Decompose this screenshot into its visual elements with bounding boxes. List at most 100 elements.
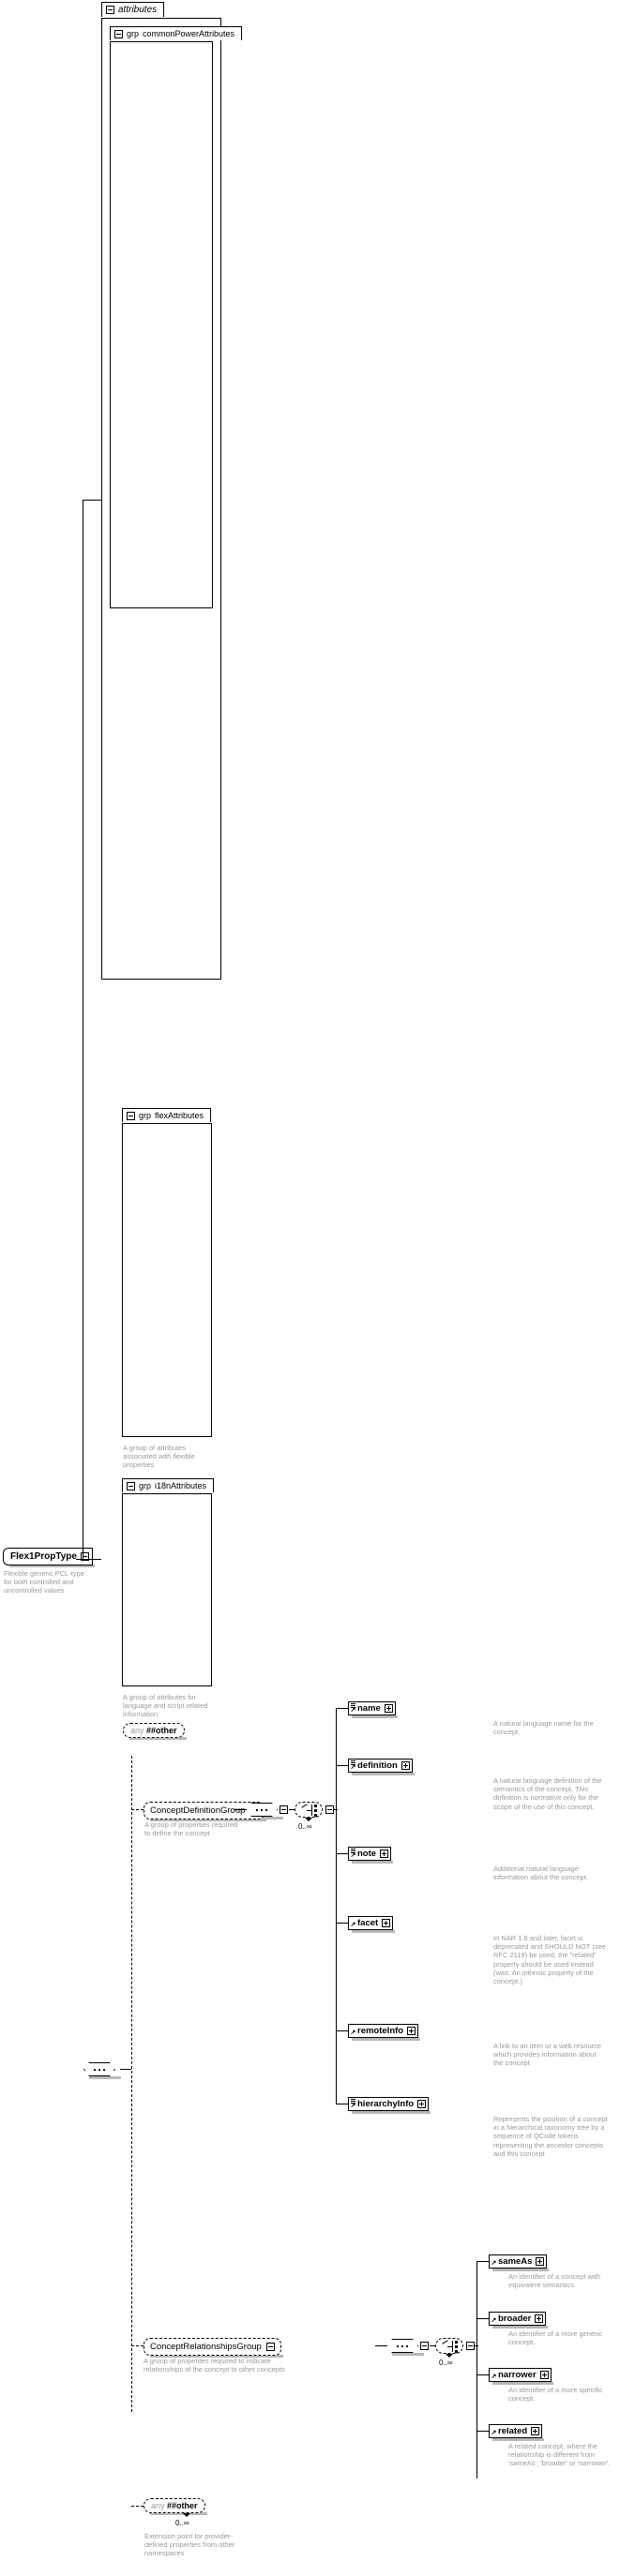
element-hierarchyInfo[interactable]: ↗ hierarchyInfo [348, 2097, 431, 2114]
element-note-label: note [357, 1849, 377, 1859]
arrow-icon: ↗ [491, 2430, 497, 2436]
attributes-tab-label: attributes [118, 5, 158, 15]
concept-relationships-group-label: ConceptRelationshipsGroup [150, 2342, 262, 2352]
concept-definition-group-label: ConceptDefinitionGroup [150, 1805, 246, 1816]
collapse-icon[interactable] [420, 2342, 429, 2350]
connector-dashed [131, 2345, 144, 2346]
group-keyword: grp [139, 1481, 152, 1490]
element-narrower-label: narrower [498, 2370, 537, 2380]
connector [476, 2261, 477, 2479]
group-keyword: grp [139, 1111, 152, 1120]
attributes-tab[interactable]: attributes [101, 2, 165, 17]
connector [336, 2030, 348, 2031]
content-any-other[interactable]: any ##other [144, 2498, 207, 2515]
sequence-icon [255, 1808, 268, 1811]
root-type-chip[interactable]: Flex1PropType [3, 1548, 95, 1567]
element-hierarchyInfo-description: Represents the position of a concept in … [493, 2115, 608, 2158]
element-narrower[interactable]: ↗ narrower [489, 2368, 553, 2385]
sequence-icon [93, 2068, 106, 2071]
element-hierarchyInfo-label: hierarchyInfo [357, 2099, 415, 2109]
connector [336, 1765, 348, 1766]
occurrence-marker-icon [305, 1818, 312, 1821]
collapse-icon[interactable] [106, 6, 114, 14]
element-facet[interactable]: ↗ facet [348, 1916, 396, 1933]
arrow-icon: ↗ [350, 1852, 356, 1859]
expand-icon[interactable] [539, 2371, 549, 2379]
expand-icon[interactable] [401, 1761, 410, 1770]
arrow-icon: ↗ [350, 1764, 356, 1771]
connector [336, 1923, 348, 1924]
arrow-icon: ↗ [350, 2103, 356, 2109]
concept-relationships-group-description: A group of properites required to indica… [144, 2357, 285, 2374]
expand-icon[interactable] [536, 2257, 545, 2266]
element-narrower-description: An identifier of a more specific concept… [508, 2386, 603, 2404]
element-facet-label: facet [357, 1918, 379, 1928]
element-note[interactable]: ↗ note [348, 1847, 394, 1864]
content-any-other-occurrence: 0..∞ [175, 2519, 189, 2527]
expand-icon[interactable] [380, 1850, 389, 1858]
connector [234, 1809, 246, 1810]
collapse-icon[interactable] [127, 1111, 135, 1120]
element-name[interactable]: ↗ name [348, 1701, 398, 1718]
connector [476, 2431, 489, 2432]
connector-dashed [131, 1756, 132, 2412]
element-name-description: A natural language name for the concept. [493, 1719, 594, 1737]
connector [83, 500, 101, 501]
group-flexAttributes-header[interactable]: grp flexAttributes [122, 1108, 212, 1122]
sequence-node[interactable] [386, 2339, 418, 2353]
group-commonPowerAttributes-body [110, 41, 213, 608]
attributes-any-other[interactable]: any ##other [123, 1723, 187, 1740]
group-i18nAttributes-header[interactable]: grp i18nAttributes [122, 1478, 215, 1492]
element-definition[interactable]: ↗ definition [348, 1759, 415, 1775]
any-name: ##other [167, 2501, 198, 2510]
expand-icon[interactable] [382, 1919, 391, 1927]
connector [474, 2345, 478, 2346]
element-definition-label: definition [357, 1760, 398, 1771]
element-remoteInfo-description: A link to an item or a web resource whic… [493, 2042, 602, 2068]
expand-icon[interactable] [417, 2100, 427, 2108]
sequence-node[interactable] [246, 1803, 278, 1817]
element-sameAs[interactable]: ↗ sameAs [489, 2254, 550, 2271]
root-type-description: Flexible generic PCL-type for both contr… [4, 1569, 84, 1595]
group-flexAttributes-footer: A group of attributes associated with fl… [123, 1444, 195, 1470]
sequence-node[interactable] [83, 2062, 115, 2076]
collapse-icon[interactable] [265, 2343, 275, 2351]
concept-relationships-group[interactable]: ConceptRelationshipsGroup [144, 2338, 283, 2358]
element-related-label: related [498, 2426, 528, 2436]
element-broader[interactable]: ↗ broader [489, 2312, 549, 2329]
element-facet-description: In NAR 1.8 and later, facet is deprecate… [493, 1934, 606, 1986]
group-i18nAttributes-footer: A group of attributes for language and s… [123, 1693, 208, 1719]
collapse-icon[interactable] [114, 29, 123, 38]
any-keyword: any [151, 2501, 165, 2510]
any-name: ##other [146, 1726, 177, 1735]
collapse-icon[interactable] [280, 1805, 288, 1814]
collapse-icon[interactable] [127, 1481, 135, 1490]
group-commonPowerAttributes-header[interactable]: grp commonPowerAttributes [110, 26, 243, 40]
element-name-label: name [357, 1703, 381, 1714]
expand-icon[interactable] [531, 2427, 540, 2435]
element-related-description: A related concept, where the relationshi… [508, 2442, 611, 2468]
element-note-description: Additional natural language information … [493, 1865, 588, 1882]
group-keyword: grp [127, 29, 140, 38]
connector [336, 1708, 348, 1709]
connector [336, 1972, 337, 2104]
arrow-icon: ↗ [491, 2260, 497, 2267]
expand-icon[interactable] [407, 2027, 416, 2035]
choice-node[interactable] [435, 2338, 463, 2354]
connector [120, 2069, 131, 2070]
element-definition-description: A natural language definition of the sem… [493, 1776, 602, 1811]
element-remoteInfo[interactable]: ↗ remoteInfo [348, 2024, 421, 2041]
arrow-icon: ↗ [350, 2029, 356, 2036]
element-sameAs-description: An identifier of a concept with equivale… [508, 2272, 600, 2290]
concept-relationships-group-occurrence: 0..∞ [439, 2359, 453, 2367]
content-any-other-description: Extension point for provider-defined pro… [144, 2532, 235, 2558]
element-related[interactable]: ↗ related [489, 2424, 545, 2441]
connector-dashed [131, 1809, 144, 1810]
connector [476, 2374, 489, 2375]
expand-icon[interactable] [384, 1704, 393, 1713]
connector-dashed [131, 2506, 144, 2507]
choice-node[interactable] [295, 1802, 323, 1818]
expand-icon[interactable] [535, 2314, 544, 2323]
group-flexAttributes-body [122, 1123, 212, 1437]
group-name: commonPowerAttributes [143, 29, 235, 38]
